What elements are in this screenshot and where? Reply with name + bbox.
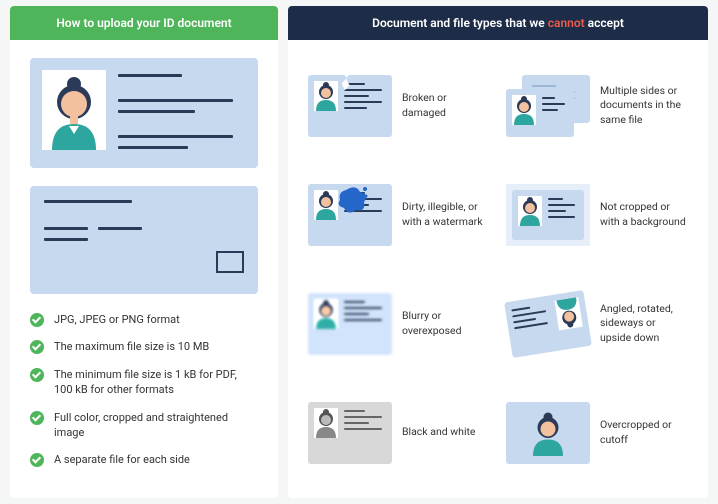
reject-label: Broken or damaged bbox=[402, 91, 490, 119]
reject-label: Blurry or overexposed bbox=[402, 309, 490, 337]
id-front-illustration bbox=[30, 58, 258, 168]
person-icon bbox=[554, 296, 582, 329]
header-emphasis: cannot bbox=[548, 16, 585, 30]
reject-dirty: Dirty, illegible, or with a watermark bbox=[308, 165, 490, 264]
person-icon bbox=[512, 95, 536, 125]
requirement-text: A separate file for each side bbox=[54, 452, 190, 467]
reject-label: Black and white bbox=[402, 425, 476, 439]
check-icon bbox=[30, 411, 44, 425]
header-text: Document and file types that we bbox=[372, 16, 548, 30]
left-header: How to upload your ID document bbox=[10, 6, 278, 40]
id-back-illustration bbox=[30, 186, 258, 294]
thumb-background-icon bbox=[506, 184, 590, 246]
thumb-bw-icon bbox=[308, 402, 392, 464]
left-panel: How to upload your ID document bbox=[10, 6, 278, 498]
header-text: accept bbox=[585, 16, 624, 30]
thumb-overcropped-icon bbox=[506, 402, 590, 464]
stain-icon bbox=[336, 186, 368, 214]
id-front-lines bbox=[118, 70, 246, 156]
reject-label: Dirty, illegible, or with a watermark bbox=[402, 200, 490, 228]
requirement-text: The minimum file size is 1 kB for PDF, 1… bbox=[54, 367, 258, 398]
right-header: Document and file types that we cannot a… bbox=[288, 6, 708, 40]
thumb-rotated-icon bbox=[506, 293, 590, 355]
requirement-text: JPG, JPEG or PNG format bbox=[54, 312, 180, 327]
check-icon bbox=[30, 340, 44, 354]
check-icon bbox=[30, 313, 44, 327]
requirement-text: The maximum file size is 10 MB bbox=[54, 339, 209, 354]
check-icon bbox=[30, 453, 44, 467]
person-icon bbox=[530, 411, 566, 456]
person-icon bbox=[314, 408, 338, 438]
person-icon bbox=[518, 196, 542, 226]
check-icon bbox=[30, 368, 44, 382]
person-icon bbox=[46, 74, 102, 150]
requirement-item: The maximum file size is 10 MB bbox=[30, 339, 258, 354]
thumb-multiple-icon bbox=[506, 75, 590, 137]
right-panel: Document and file types that we cannot a… bbox=[288, 6, 708, 498]
reject-bw: Black and white bbox=[308, 383, 490, 482]
reject-broken: Broken or damaged bbox=[308, 56, 490, 155]
reject-rotated: Angled, rotated, sideways or upside down bbox=[506, 274, 688, 373]
rejection-grid: Broken or damaged Multiple sides or docu… bbox=[288, 40, 708, 498]
left-body: JPG, JPEG or PNG format The maximum file… bbox=[10, 40, 278, 498]
person-icon bbox=[314, 81, 338, 111]
reject-label: Angled, rotated, sideways or upside down bbox=[600, 302, 688, 345]
signature-box-icon bbox=[216, 251, 244, 273]
thumb-broken-icon bbox=[308, 75, 392, 137]
thumb-blurry-icon bbox=[308, 293, 392, 355]
reject-blurry: Blurry or overexposed bbox=[308, 274, 490, 373]
reject-label: Not cropped or with a background bbox=[600, 200, 688, 228]
requirement-item: A separate file for each side bbox=[30, 452, 258, 467]
requirement-item: JPG, JPEG or PNG format bbox=[30, 312, 258, 327]
requirements-list: JPG, JPEG or PNG format The maximum file… bbox=[30, 312, 258, 468]
avatar-photo bbox=[42, 70, 106, 150]
requirement-text: Full color, cropped and straightened ima… bbox=[54, 410, 258, 441]
thumb-dirty-icon bbox=[308, 184, 392, 246]
reject-label: Multiple sides or documents in the same … bbox=[600, 84, 688, 127]
person-icon bbox=[314, 299, 338, 329]
requirement-item: Full color, cropped and straightened ima… bbox=[30, 410, 258, 441]
reject-multiple: Multiple sides or documents in the same … bbox=[506, 56, 688, 155]
reject-overcropped: Overcropped or cutoff bbox=[506, 383, 688, 482]
reject-label: Overcropped or cutoff bbox=[600, 418, 688, 446]
reject-not-cropped: Not cropped or with a background bbox=[506, 165, 688, 264]
person-icon bbox=[314, 190, 338, 220]
requirement-item: The minimum file size is 1 kB for PDF, 1… bbox=[30, 367, 258, 398]
